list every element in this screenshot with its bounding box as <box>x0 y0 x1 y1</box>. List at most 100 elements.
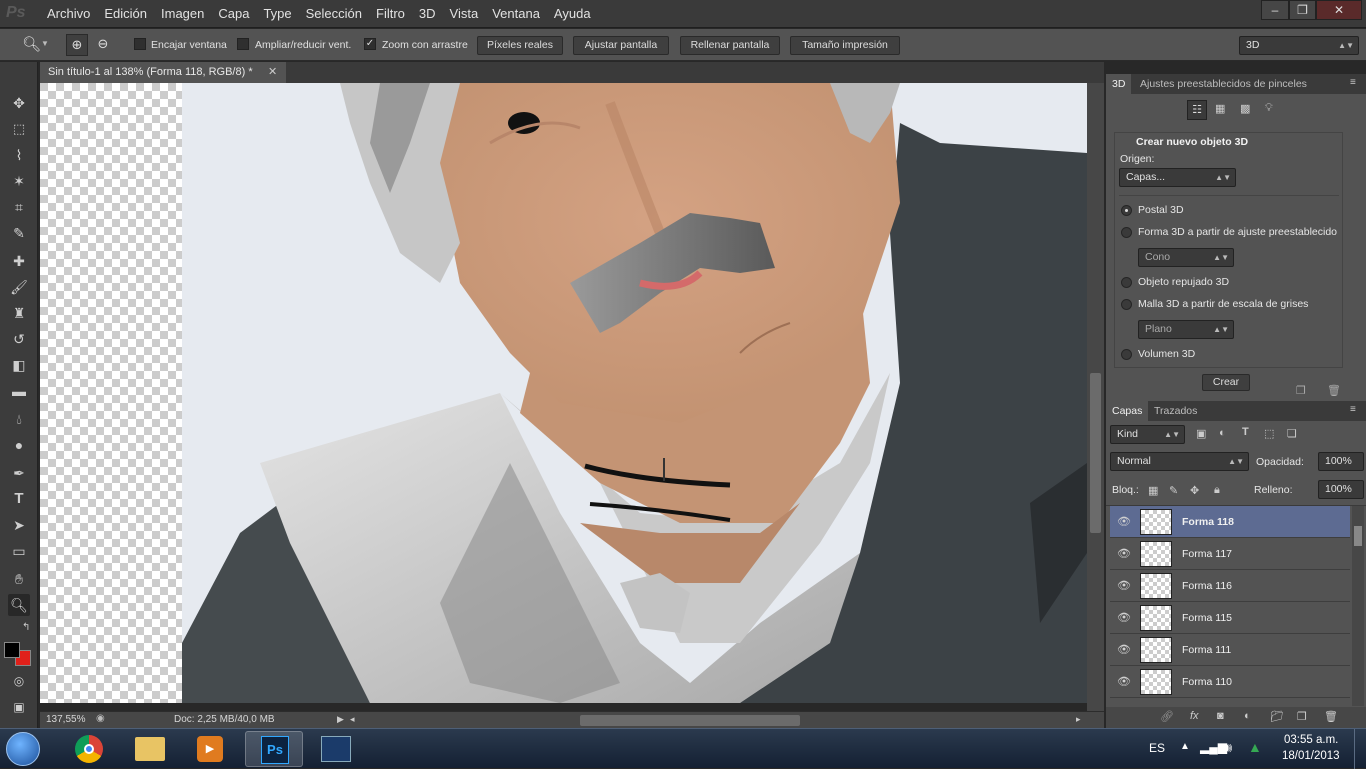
document-tab[interactable]: Sin título-1 al 138% (Forma 118, RGB/8) … <box>40 62 286 83</box>
quick-mask-icon[interactable]: ◎ <box>8 670 30 692</box>
taskbar-explorer[interactable] <box>121 731 179 767</box>
panel-menu-icon[interactable]: ≡ <box>1350 77 1356 88</box>
new-group-icon[interactable]: 📁︎ <box>1270 710 1284 723</box>
tab-brush-presets[interactable]: Ajustes preestablecidos de pinceles <box>1134 74 1313 94</box>
layers-scrollbar[interactable] <box>1352 506 1364 706</box>
healing-brush-tool-icon[interactable]: ✚ <box>8 250 30 272</box>
hand-tool-icon[interactable]: ✋︎ <box>8 568 30 590</box>
fit-screen-button[interactable]: Ajustar pantalla <box>573 36 669 55</box>
crop-tool-icon[interactable]: ⌗ <box>8 196 30 218</box>
link-layers-icon[interactable]: 🔗︎ <box>1160 710 1174 723</box>
menu-filtro[interactable]: Filtro <box>369 0 412 28</box>
resize-windows-checkbox[interactable] <box>237 38 249 50</box>
network-icon[interactable]: ▂▄▆ <box>1200 740 1227 754</box>
add-mask-icon[interactable]: ◙ <box>1217 710 1224 722</box>
path-selection-tool-icon[interactable]: ➤ <box>8 514 30 536</box>
tab-layers[interactable]: Capas <box>1106 401 1149 421</box>
extrusion-radio[interactable] <box>1121 277 1132 288</box>
opacity-field[interactable]: 100% <box>1318 452 1364 471</box>
zoom-tool-icon[interactable]: 🔍︎ <box>22 35 41 53</box>
preset-shape-radio[interactable] <box>1121 227 1132 238</box>
lasso-tool-icon[interactable]: ⌇ <box>8 144 30 166</box>
scroll-right-icon[interactable]: ▸ <box>1076 714 1081 725</box>
menu-ventana[interactable]: Ventana <box>485 0 547 28</box>
pen-tool-icon[interactable]: ✒ <box>8 462 30 484</box>
scroll-left-icon[interactable]: ◂ <box>350 714 355 725</box>
clock-time[interactable]: 03:55 a.m. <box>1284 734 1338 746</box>
magic-wand-tool-icon[interactable]: ✶ <box>8 170 30 192</box>
brush-tool-icon[interactable]: 🖌︎ <box>8 276 30 298</box>
create-button[interactable]: Crear <box>1202 374 1250 391</box>
depth-map-radio[interactable] <box>1121 299 1132 310</box>
layer-row-forma-111[interactable]: 👁︎ Forma 111 <box>1110 634 1350 666</box>
zoom-out-icon[interactable]: ⊖ <box>92 34 114 56</box>
clock-date[interactable]: 18/01/2013 <box>1282 750 1340 762</box>
eye-icon[interactable]: 👁︎ <box>1117 675 1131 689</box>
layer-row-forma-116[interactable]: 👁︎ Forma 116 <box>1110 570 1350 602</box>
eye-icon[interactable]: 👁︎ <box>1117 547 1131 561</box>
move-tool-icon[interactable]: ✥ <box>8 92 30 114</box>
menu-type[interactable]: Type <box>256 0 298 28</box>
shape-preset-select[interactable]: Cono ▲▼ <box>1138 248 1234 267</box>
taskbar-chrome[interactable] <box>60 731 118 767</box>
eye-icon[interactable]: 👁︎ <box>1117 579 1131 593</box>
trash-icon[interactable]: 🗑︎ <box>1327 384 1341 397</box>
language-indicator[interactable]: ES <box>1149 741 1165 755</box>
actual-pixels-button[interactable]: Píxeles reales <box>477 36 563 55</box>
origin-select[interactable]: Capas... ▲▼ <box>1119 168 1236 187</box>
mesh-filter-icon[interactable]: ▦ <box>1215 102 1225 115</box>
lock-transparency-icon[interactable]: ▦ <box>1148 484 1158 497</box>
type-tool-icon[interactable]: T <box>8 488 30 510</box>
eye-icon[interactable]: 👁︎ <box>1117 611 1131 625</box>
fill-screen-button[interactable]: Rellenar pantalla <box>680 36 780 55</box>
taskbar-photoshop[interactable]: Ps <box>245 731 303 767</box>
menu-imagen[interactable]: Imagen <box>154 0 211 28</box>
layer-row-forma-118[interactable]: 👁︎ Forma 118 <box>1110 506 1350 538</box>
adjustment-layer-icon[interactable]: ◐ <box>1244 710 1251 722</box>
print-size-button[interactable]: Tamaño impresión <box>790 36 900 55</box>
light-filter-icon[interactable]: 💡︎ <box>1265 102 1273 115</box>
tab-3d[interactable]: 3D <box>1106 74 1132 94</box>
mesh-preset-select[interactable]: Plano ▲▼ <box>1138 320 1234 339</box>
shape-filter-icon[interactable]: ⬚ <box>1264 427 1274 440</box>
taskbar-media-player[interactable]: ▶ <box>181 731 239 767</box>
layer-row-forma-110[interactable]: 👁︎ Forma 110 <box>1110 666 1350 698</box>
horizontal-scroll-thumb[interactable] <box>580 715 800 726</box>
layers-menu-icon[interactable]: ≡ <box>1350 404 1356 415</box>
menu-seleccion[interactable]: Selección <box>299 0 369 28</box>
show-desktop-button[interactable] <box>1354 729 1366 769</box>
eyedropper-tool-icon[interactable]: ✎ <box>8 222 30 244</box>
close-tab-icon[interactable]: ✕ <box>268 62 277 83</box>
shape-tool-icon[interactable]: ▭ <box>8 540 30 562</box>
volume-icon[interactable]: 🔊︎ <box>1224 740 1232 756</box>
blend-mode-select[interactable]: Normal ▲▼ <box>1110 452 1249 471</box>
layers-scroll-thumb[interactable] <box>1354 526 1362 546</box>
scene-filter-icon[interactable]: ☷ <box>1187 100 1207 120</box>
blur-tool-icon[interactable]: 💧︎ <box>8 408 30 430</box>
fill-field[interactable]: 100% <box>1318 480 1364 499</box>
gradient-tool-icon[interactable]: ▬ <box>8 380 30 402</box>
layer-filter-select[interactable]: Kind ▲▼ <box>1110 425 1185 444</box>
history-brush-tool-icon[interactable]: ↺ <box>8 328 30 350</box>
lock-position-icon[interactable]: ✥ <box>1190 484 1199 497</box>
eye-icon[interactable]: 👁︎ <box>1117 515 1131 529</box>
status-menu-arrow-icon[interactable]: ▶ <box>337 714 344 725</box>
layer-style-icon[interactable]: fx <box>1190 710 1199 722</box>
postcard-3d-radio[interactable] <box>1121 205 1132 216</box>
canvas-artwork[interactable] <box>40 83 1087 703</box>
layer-row-forma-115[interactable]: 👁︎ Forma 115 <box>1110 602 1350 634</box>
canvas-area[interactable] <box>40 83 1087 703</box>
stamp-tool-icon[interactable]: ♜ <box>8 302 30 324</box>
restore-button[interactable]: ❐ <box>1289 0 1316 20</box>
dodge-tool-icon[interactable]: ● <box>8 434 30 456</box>
lock-pixels-icon[interactable]: ✎ <box>1169 484 1178 497</box>
vertical-scroll-thumb[interactable] <box>1090 373 1101 533</box>
new-object-icon[interactable]: ❐ <box>1296 384 1306 397</box>
swap-colors-icon[interactable]: ↰ <box>22 622 30 633</box>
menu-vista[interactable]: Vista <box>443 0 486 28</box>
start-button[interactable] <box>6 732 40 766</box>
menu-ayuda[interactable]: Ayuda <box>547 0 598 28</box>
info-icon[interactable]: ◉ <box>96 713 105 724</box>
zoom-tool-active-icon[interactable]: 🔍︎ <box>8 594 30 616</box>
menu-edicion[interactable]: Edición <box>97 0 154 28</box>
